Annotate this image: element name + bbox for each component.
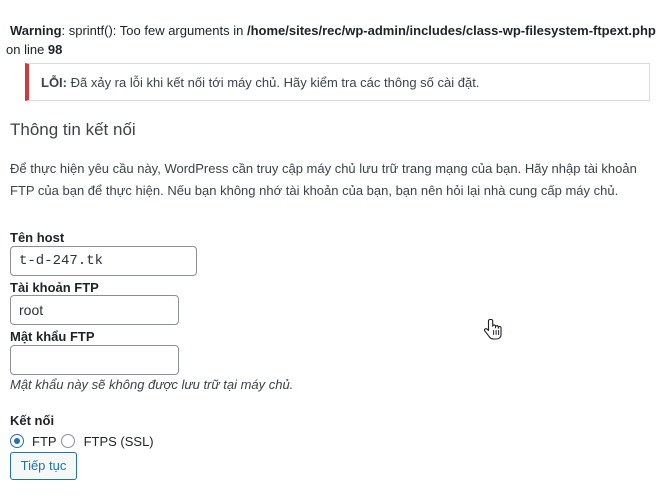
warning-prefix: Warning bbox=[10, 23, 62, 38]
username-field[interactable]: root bbox=[10, 295, 179, 325]
username-label: Tài khoản FTP bbox=[10, 280, 99, 295]
ftps-radio[interactable] bbox=[60, 434, 75, 448]
continue-button[interactable]: Tiếp tục bbox=[10, 452, 77, 480]
warning-line-text: on line bbox=[6, 42, 48, 57]
password-note: Mật khẩu này sẽ không được lưu trữ tại m… bbox=[10, 377, 294, 392]
error-message: Đã xảy ra lỗi khi kết nối tới máy chủ. H… bbox=[67, 75, 480, 90]
error-label: LỖI: bbox=[41, 75, 67, 90]
php-warning: Warning: sprintf(): Too few arguments in… bbox=[6, 21, 660, 59]
ftps-radio-label[interactable]: FTPS (SSL) bbox=[84, 434, 154, 449]
password-field[interactable] bbox=[10, 345, 179, 375]
warning-line-number: 98 bbox=[47, 42, 63, 57]
warning-message: : sprintf(): Too few arguments in bbox=[61, 23, 247, 38]
password-label: Mật khẩu FTP bbox=[10, 329, 95, 344]
warning-path: /home/sites/rec/wp-admin/includes/class-… bbox=[246, 23, 656, 38]
ftp-radio[interactable] bbox=[10, 434, 24, 448]
error-notice: LỖI: Đã xảy ra lỗi khi kết nối tới máy c… bbox=[25, 63, 650, 101]
section-title: Thông tin kết nối bbox=[10, 120, 136, 139]
connection-type-label: Kết nối bbox=[10, 413, 55, 428]
host-label: Tên host bbox=[10, 230, 65, 245]
connection-description: Để thực hiện yêu cầu này, WordPress cần … bbox=[10, 161, 637, 198]
host-field[interactable]: t-d-247.tk bbox=[10, 246, 197, 276]
connection-type-options: FTP FTPS (SSL) bbox=[10, 432, 158, 450]
ftp-radio-label[interactable]: FTP bbox=[32, 434, 57, 449]
hand-pointer-icon bbox=[484, 318, 502, 340]
